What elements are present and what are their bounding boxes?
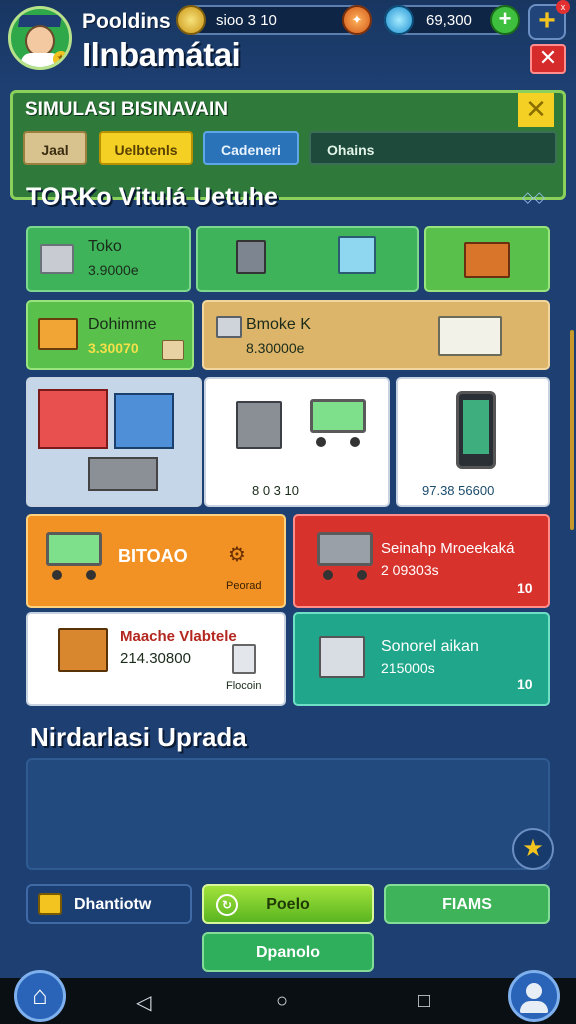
gems-value: 69,300	[426, 12, 472, 29]
package-icon	[338, 236, 376, 274]
tab-1[interactable]: Jaal	[23, 131, 87, 165]
action-button-1-label: Dhantiotw	[74, 896, 152, 913]
street-icon	[88, 457, 158, 491]
chest-icon	[38, 893, 62, 915]
coins-counter: sioo 3 10 ✦	[176, 5, 372, 35]
action-button-1[interactable]: Dhantiotw	[26, 884, 192, 924]
coin-icon	[176, 5, 206, 35]
refresh-icon: ↻	[216, 894, 238, 916]
seinahp-card[interactable]: Seinahp Mroeekaká 2 09303s 10	[293, 514, 550, 608]
mache-label: Maache Vlabtele	[120, 628, 237, 645]
btoao-card[interactable]: BITOAO ⚙ Peorad	[26, 514, 286, 608]
crate-green-icon	[38, 318, 78, 350]
cart-green-icon	[46, 532, 106, 584]
boost-icon[interactable]: ✦	[342, 5, 372, 35]
scrollbar[interactable]	[570, 330, 574, 530]
gems-counter: 69,300 +	[384, 5, 520, 35]
register-icon	[236, 240, 266, 274]
store-building-icon	[38, 389, 108, 449]
seinahp-label: Seinahp Mroeekaká	[381, 540, 515, 557]
collapse-icon[interactable]: ◇◇	[522, 188, 545, 206]
tools-icon	[216, 316, 242, 338]
dohimme-label: Dohimme	[88, 316, 157, 333]
company-name: Ilnbamátai	[82, 36, 241, 73]
phone-card[interactable]: 97.38 56600	[396, 377, 550, 507]
coins-value: sioo 3 10	[216, 12, 277, 29]
sonorel-label: Sonorel aikan	[381, 638, 479, 655]
box-icon	[162, 340, 184, 360]
shop-title: TORKo Vitulá Uetuhe	[26, 183, 278, 211]
toko-label: Toko	[88, 238, 122, 255]
cart-icon	[310, 399, 370, 449]
btoao-caption: Peorad	[226, 580, 262, 592]
sonorel-card[interactable]: Sonorel aikan 215000s 10	[293, 612, 550, 706]
close-icon[interactable]: ✕	[518, 93, 554, 127]
crate-icon	[464, 242, 510, 278]
toko-card[interactable]: Toko 3.9000e	[26, 226, 191, 292]
dohimme-card[interactable]: Dohimme 3.30070	[26, 300, 194, 370]
star-icon[interactable]: ★	[512, 828, 554, 870]
gear-icon: ⚙	[228, 544, 246, 566]
gem-icon	[384, 5, 414, 35]
goods-box-icon	[319, 636, 365, 678]
shop-building-icon	[114, 393, 174, 449]
cart-grey-icon	[317, 532, 377, 584]
money-stack-icon	[438, 316, 502, 356]
action-button-2[interactable]: ↻ Poelo	[202, 884, 374, 924]
action-button-2-label: Poelo	[266, 896, 310, 913]
delivery-crate-icon	[58, 628, 108, 672]
register-card[interactable]	[196, 226, 419, 292]
printer-icon	[40, 244, 74, 274]
player-avatar[interactable]: ★	[8, 6, 72, 70]
phone-icon	[456, 391, 496, 469]
phone-caption: 97.38 56600	[422, 483, 495, 498]
panel-title: SIMULASI BISINAVAIN	[25, 99, 229, 120]
action-button-4[interactable]: Dpanolo	[202, 932, 374, 972]
add-gems-button[interactable]: +	[490, 5, 520, 35]
cart-caption: 8 0 3 10	[252, 483, 299, 498]
mache-card[interactable]: Maache Vlabtele 214.30800 Flocoin	[26, 612, 286, 706]
crate-card[interactable]	[424, 226, 550, 292]
recents-icon[interactable]: □	[418, 990, 430, 1013]
tab-2[interactable]: Uelbtenls	[99, 131, 193, 165]
profile-icon[interactable]	[508, 970, 560, 1022]
btoao-label: BITOAO	[118, 546, 188, 566]
home-icon[interactable]: ⌂	[14, 970, 66, 1022]
notification-badge: x	[556, 0, 570, 14]
tank-icon	[232, 644, 256, 674]
bmoke-label: Bmoke K	[246, 316, 311, 333]
tab-strip: Jaal Uelbtenls Cadeneri Ohains	[21, 131, 557, 169]
notifications-panel	[26, 758, 550, 870]
action-button-3[interactable]: FIAMS	[384, 884, 550, 924]
tab-4[interactable]: Ohains	[309, 131, 557, 165]
tab-3[interactable]: Cadeneri	[203, 131, 299, 165]
bmoke-value: 8.30000e	[246, 340, 305, 356]
sonorel-value: 215000s	[381, 660, 435, 676]
mache-caption: Flocoin	[226, 680, 262, 692]
level-star-icon: ★	[53, 51, 69, 67]
seinahp-count: 10	[517, 580, 533, 596]
store-card[interactable]	[26, 377, 202, 507]
bmoke-card[interactable]: Bmoke K 8.30000e	[202, 300, 550, 370]
mache-value: 214.30800	[120, 650, 191, 667]
safe-icon	[236, 401, 282, 449]
home-circle-icon[interactable]: ○	[276, 990, 288, 1013]
seinahp-value: 2 09303s	[381, 562, 439, 578]
player-name: Pooldins	[82, 10, 171, 33]
sonorel-count: 10	[517, 676, 533, 692]
toko-value: 3.9000e	[88, 262, 139, 278]
tools-button[interactable]: ✕	[530, 44, 566, 74]
back-icon[interactable]: ◁	[136, 990, 151, 1015]
notifications-title: Nirdarlasi Uprada	[30, 722, 247, 752]
cart-card[interactable]: 8 0 3 10	[204, 377, 390, 507]
dohimme-value: 3.30070	[88, 340, 139, 356]
